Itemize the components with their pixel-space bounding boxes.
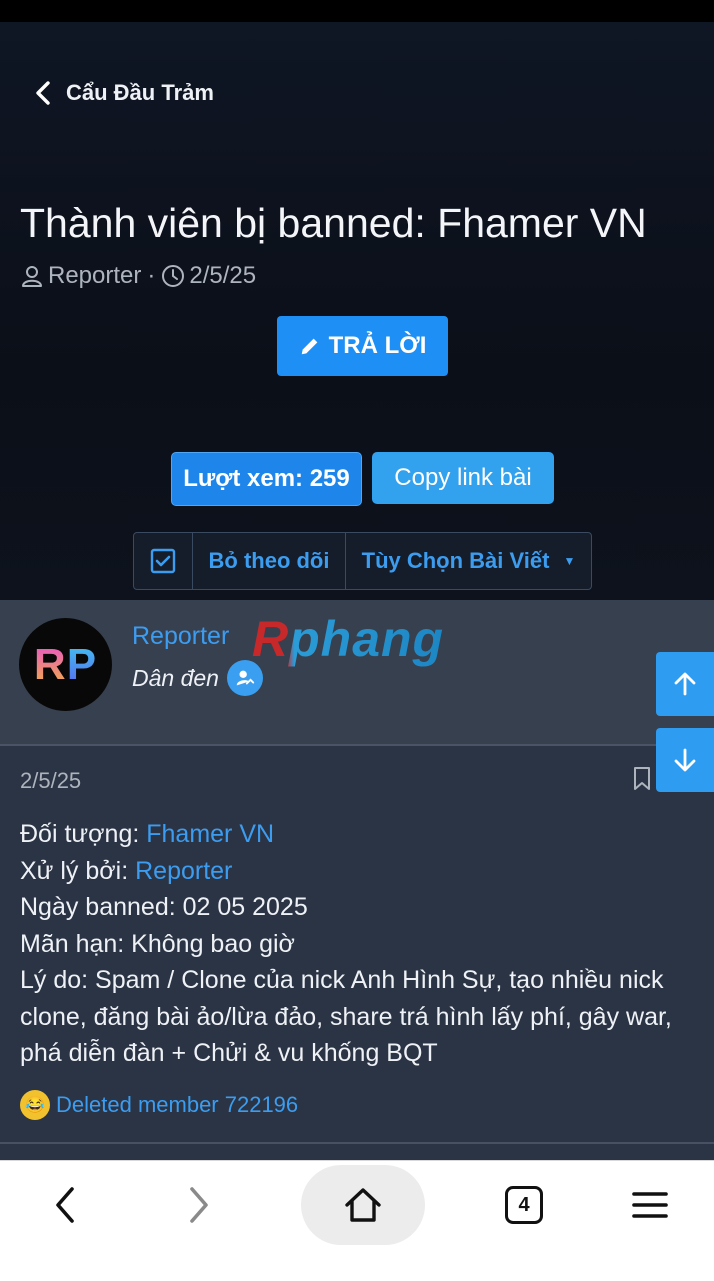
nav-back-icon [56, 1187, 74, 1223]
avatar-letter-p: P [66, 639, 98, 689]
target-link[interactable]: Fhamer VN [146, 820, 274, 848]
post-options-dropdown[interactable]: Tùy Chọn Bài Viết ▼ [346, 533, 591, 589]
reply-button[interactable]: TRẢ LỜI [277, 316, 448, 376]
bookmark-icon[interactable] [632, 766, 652, 792]
handled-label: Xử lý bởi: [20, 856, 136, 885]
page-title: Thành viên bị banned: Fhamer VN [20, 200, 647, 246]
unfollow-button[interactable]: Bỏ theo dõi [193, 533, 346, 589]
menu-icon [632, 1192, 668, 1218]
watermark-logo: Rphang [252, 611, 445, 667]
verified-icon [226, 660, 263, 696]
nav-forward-button[interactable] [158, 1161, 238, 1249]
post-date[interactable]: 2/5/25 [20, 768, 81, 794]
chevron-left-icon [36, 81, 50, 105]
nav-forward-icon [190, 1187, 208, 1223]
avatar-letter-r: R [33, 639, 67, 689]
thread-meta: Reporter · 2/5/25 [20, 262, 256, 290]
home-icon [345, 1188, 381, 1222]
arrow-up-icon [674, 672, 696, 696]
user-title-text: Dân đen [132, 664, 219, 691]
pencil-icon [301, 338, 317, 355]
reply-label: TRẢ LỜI [328, 332, 427, 359]
laugh-emoji-icon: 😂 [20, 1090, 50, 1120]
target-line: Đối tượng: Fhamer VN [20, 816, 710, 853]
user-title: Dân đen [132, 660, 263, 696]
thread-author[interactable]: Reporter [48, 262, 141, 290]
scroll-bottom-button[interactable] [656, 728, 714, 792]
reaction-summary[interactable]: 😂 Deleted member 722196 [20, 1090, 298, 1120]
thread-header: Cẩu Đầu Trảm Thành viên bị banned: Fhame… [0, 22, 714, 600]
select-checkbox[interactable] [134, 533, 193, 589]
avatar[interactable]: RP [19, 618, 112, 711]
thread-date[interactable]: 2/5/25 [189, 262, 256, 290]
handled-link[interactable]: Reporter [135, 857, 232, 885]
nav-tabs-button[interactable]: 4 [484, 1161, 564, 1249]
back-link[interactable]: Cẩu Đầu Trảm [34, 80, 214, 106]
nav-menu-button[interactable] [610, 1161, 690, 1249]
checkbox-icon [150, 548, 176, 574]
post-username[interactable]: Reporter [132, 622, 229, 651]
nav-home-button[interactable] [301, 1165, 425, 1245]
copy-link-button[interactable]: Copy link bài [372, 452, 554, 504]
nav-back-button[interactable] [26, 1161, 106, 1249]
browser-nav-bar: 4 [0, 1160, 714, 1281]
target-label: Đối tượng: [20, 820, 147, 848]
reaction-user[interactable]: Deleted member 722196 [56, 1092, 298, 1118]
tabs-icon: 4 [505, 1186, 543, 1224]
handled-line: Xử lý bởi: Reporter [20, 853, 710, 890]
scroll-top-button[interactable] [656, 652, 714, 716]
status-bar [0, 0, 714, 22]
view-count-button[interactable]: Lượt xem: 259 [171, 452, 362, 506]
reason-line: Lý do: Spam / Clone của nick Anh Hình Sự… [20, 966, 672, 1067]
caret-down-icon: ▼ [563, 554, 576, 568]
ban-date-line: Ngày banned: 02 05 2025 [20, 893, 308, 921]
expiry-line: Mãn hạn: Không bao giờ [20, 929, 295, 958]
post: RP Reporter Rphang Dân đen 2/5/25 Đối tư… [0, 600, 714, 1160]
user-icon [22, 266, 42, 287]
post-author-bar: RP Reporter Rphang Dân đen [0, 600, 714, 746]
post-options-label: Tùy Chọn Bài Viết [361, 548, 550, 573]
arrow-down-icon [674, 748, 696, 772]
clock-icon [162, 265, 185, 287]
thread-toolbar: Bỏ theo dõi Tùy Chọn Bài Viết ▼ [133, 532, 592, 590]
meta-separator: · [147, 262, 156, 289]
post-body: Đối tượng: Fhamer VN Xử lý bởi: Reporter… [20, 816, 710, 1072]
forum-name: Cẩu Đầu Trảm [66, 80, 214, 105]
post-divider [0, 1142, 714, 1144]
